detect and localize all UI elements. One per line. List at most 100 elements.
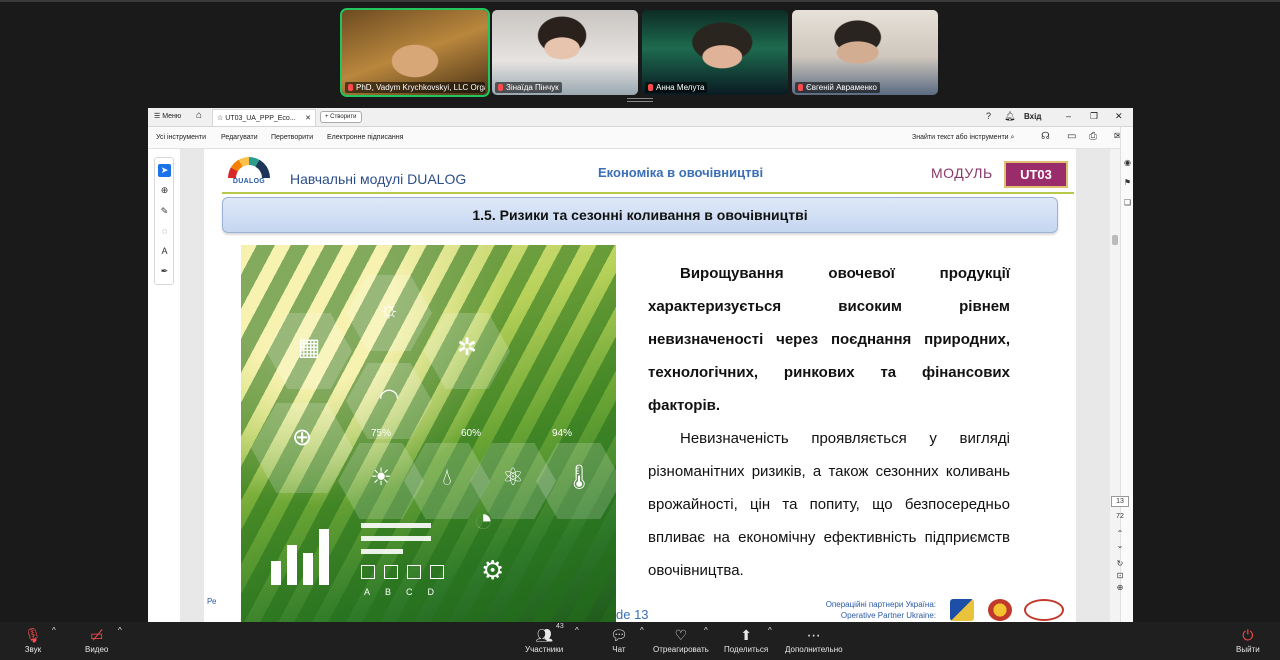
leave-button[interactable]: ⏻ Выйти [1236,626,1260,654]
comment-icon[interactable]: ◉ [1122,158,1133,168]
create-button[interactable]: + Створити [320,111,362,123]
partner-logo-oval [1024,599,1064,621]
participant-tile[interactable]: PhD, Vadym Krychkovskyi, LLC Orga... [340,8,490,97]
zoom-icon[interactable]: ⊕ [1111,582,1129,594]
modules-label: Навчальні модулі DUALOG [290,171,467,187]
help-icon[interactable]: ? [986,111,991,121]
participant-tile[interactable]: Анна Мелута [642,10,788,95]
document-tab[interactable]: ☆ UT03_UA_PPP_Eco... ✕ [212,109,316,126]
pen-icon[interactable]: ✎ [158,205,171,218]
home-icon[interactable]: ⌂ [196,111,202,121]
more-button[interactable]: ⋯ Дополнительно [785,626,843,654]
copy-icon[interactable]: ❏ [1122,198,1133,208]
zoom-annotate-icon[interactable]: ⊕ [158,184,171,197]
smart-farming-image: ☼ ▦ ✲ ◠ 75% 60% 94% ⊕ ☀ 💧︎ ⚛ 🌡︎ A B C D … [241,245,616,622]
annotation-tools: ➤ ⊕ ✎ ◌ A ✒ [154,157,174,285]
document-tab-title: UT03_UA_PPP_Eco... [225,115,296,122]
audio-options-caret[interactable]: ^ [52,626,56,635]
react-options-caret[interactable]: ^ [704,626,708,635]
shared-screen: ☰ Меню ⌂ ☆ UT03_UA_PPP_Eco... ✕ + Створи… [148,108,1133,622]
close-icon[interactable]: ✕ [305,114,311,122]
minimize-icon[interactable]: – [1066,111,1071,121]
module-code-badge: UT03 [1004,161,1068,188]
participant-name: PhD, Vadym Krychkovskyi, LLC Orga... [345,82,485,93]
convert-menu[interactable]: Перетворити [271,134,313,141]
participant-name: Зінаїда Пінчук [495,82,562,93]
menu-button[interactable]: ☰ Меню [154,112,181,120]
select-pointer-icon[interactable]: ➤ [158,164,171,177]
abcd-boxes: ABCD [361,565,461,597]
document-viewer[interactable]: DUALOG Навчальні модулі DUALOG Економіка… [180,149,1110,622]
lasso-icon[interactable]: ◌ [158,225,171,238]
signin-button[interactable]: Вхід [1024,112,1041,121]
save-icon[interactable]: ▭ [1067,131,1076,143]
bell-icon[interactable]: 🔔︎ [1004,111,1015,121]
participant-tile[interactable]: Євгеній Авраменко [792,10,938,95]
scrollbar-thumb[interactable] [1112,235,1118,245]
globe-icon: ⊕ [291,424,313,451]
footer-left-text: Ре [207,597,217,606]
total-pages: 72 [1116,513,1124,520]
page-down-icon[interactable]: ⌄ [1111,540,1129,552]
share-options-caret[interactable]: ^ [768,626,772,635]
slide-body-text: Вирощування овочевої продукції характери… [648,257,1010,587]
paragraph-2: Невизначеність проявляється у вигляді рі… [648,430,1010,579]
metric-value: 60% [461,428,482,439]
headset-icon[interactable]: ☊ [1041,131,1050,143]
bookmark-icon[interactable]: ⚑ [1122,178,1133,188]
muted-microphone-icon: 🎙︎ [24,627,42,643]
header-divider [222,192,1074,194]
print-icon[interactable]: ⎙ [1089,131,1097,143]
muted-mic-icon [798,84,803,91]
lightbulb-icon: ☼ [378,296,400,323]
footer-page-text: de 13 [616,607,649,622]
e-sign-menu[interactable]: Електронне підписання [327,134,403,141]
rotate-icon[interactable]: ↻ [1111,558,1129,570]
react-button[interactable]: ♡ Отреагировать [653,626,709,654]
search-icon: ⌕ [1010,134,1015,141]
participants-button[interactable]: 👥︎ Участники [525,626,563,654]
participants-options-caret[interactable]: ^ [575,626,579,635]
thermometer-icon: 🌡︎ [563,464,595,491]
network-icon: ✲ [456,334,478,361]
video-options-caret[interactable]: ^ [118,626,122,635]
star-icon[interactable]: ☆ [217,115,223,122]
calendar-icon: ▦ [297,334,321,361]
top-edge [0,0,1280,2]
muted-mic-icon [648,84,653,91]
text-box-icon[interactable]: A [158,245,171,258]
muted-mic-icon [498,84,503,91]
participant-name: Анна Мелута [645,82,708,93]
network-hex: ✲ [424,313,510,389]
restore-icon[interactable]: ❐ [1090,111,1098,121]
stamp-icon[interactable]: ✒ [158,265,171,278]
thermometer-hex: 🌡︎ [536,443,616,519]
page-up-icon[interactable]: ⌃ [1111,528,1129,540]
current-page-input[interactable]: 13 [1111,496,1129,507]
close-window-icon[interactable]: ✕ [1115,111,1123,121]
edit-menu[interactable]: Редагувати [221,134,258,141]
partners-caption: Операційні партнери Україна: Operative P… [825,600,936,620]
find-text-input[interactable]: Знайти текст або інструменти ⌕ [912,134,1014,142]
chat-options-caret[interactable]: ^ [640,626,644,635]
slide-header: DUALOG Навчальні модулі DUALOG Економіка… [204,149,1076,195]
page-navigator: 13 72 ⌃ ⌄ ↻ ⊡ ⊕ [1111,496,1129,594]
muted-mic-icon [348,84,353,91]
metric-value: 75% [371,428,392,439]
dualog-logo: DUALOG [224,155,274,191]
lightbulb-hex: ☼ [346,275,432,351]
share-button[interactable]: ⬆︎ Поделиться [724,626,768,654]
participants-count: 43 [556,623,564,630]
calendar-hex: ▦ [266,313,352,389]
all-tools-menu[interactable]: Усі інструменти [156,134,206,141]
chat-button[interactable]: 💬︎ Чат [610,626,628,654]
video-button[interactable]: ▭̸ Видео [85,626,108,654]
audio-button[interactable]: 🎙︎ Звук [24,626,42,654]
zoom-meeting-window: PhD, Vadym Krychkovskyi, LLC Orga... Зін… [0,0,1280,660]
share-screen-icon: ⬆︎ [740,627,752,643]
fit-page-icon[interactable]: ⊡ [1111,570,1129,582]
wifi-icon: ◠ [378,384,400,411]
participant-tile[interactable]: Зінаїда Пінчук [492,10,638,95]
metric-value: 94% [552,428,573,439]
strip-resize-handle[interactable] [627,98,653,102]
